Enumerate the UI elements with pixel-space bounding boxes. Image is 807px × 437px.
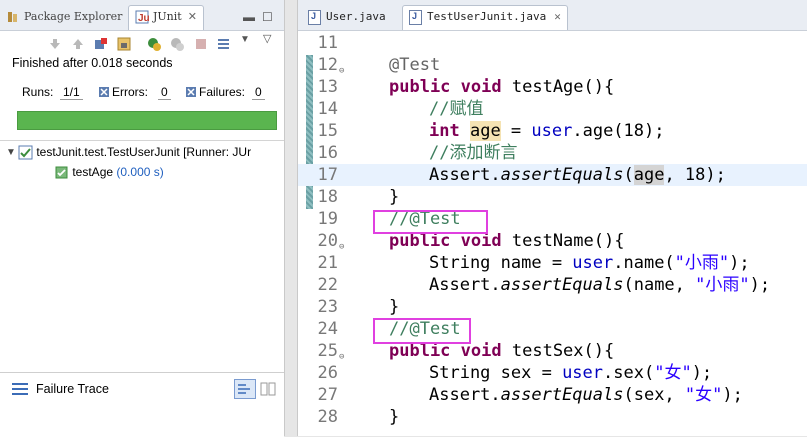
failures-label: Failures: <box>199 85 246 99</box>
left-tab-bar: Package Explorer Ju JUnit ✕ ▬ ☐ <box>0 0 284 31</box>
test-suite-ok-icon <box>18 145 33 160</box>
rerun-test-icon[interactable] <box>146 36 162 52</box>
expand-toggle-icon[interactable]: ▼ <box>6 147 16 158</box>
failure-icon <box>186 87 196 97</box>
minimize-icon[interactable]: ▬ <box>243 10 255 24</box>
failures-value: 0 <box>252 85 265 100</box>
current-code-line: 17 Assert.assertEquals(age, 18); <box>298 164 807 186</box>
failure-trace-icon <box>12 383 28 395</box>
code-line: 21 String name = user.name("小雨"); <box>317 253 750 273</box>
next-failure-icon[interactable] <box>47 36 63 52</box>
test-ok-icon <box>55 166 68 179</box>
tab-testuserjunit-label: TestUserJunit.java <box>427 10 547 23</box>
test-counters: Runs: 1/1 Errors: 0 Failures: 0 <box>12 78 278 106</box>
editor-tab-bar: User.java TestUserJunit.java ✕ <box>298 0 807 31</box>
tree-root-suite[interactable]: testJunit.test.TestUserJunit [Runner: JU… <box>18 145 251 160</box>
code-editor: User.java TestUserJunit.java ✕ 11 12⊖@Tes… <box>297 0 807 436</box>
tree-test-case[interactable]: testAge (0.000 s) <box>54 165 164 180</box>
tab-package-explorer[interactable]: Package Explorer <box>6 6 122 28</box>
tab-user-java[interactable]: User.java <box>308 6 386 28</box>
code-line: 23} <box>317 297 400 317</box>
java-file-icon <box>308 9 321 25</box>
tab-junit-label: JUnit <box>153 10 182 23</box>
code-line: 18} <box>317 187 400 207</box>
error-icon <box>99 87 109 97</box>
stop-icon[interactable] <box>193 36 209 52</box>
history-dropdown-icon[interactable]: ▼ <box>240 34 250 45</box>
failure-trace-title: Failure Trace <box>36 382 109 396</box>
test-progress-bar <box>17 111 277 130</box>
errors-label: Errors: <box>112 85 148 99</box>
errors-value: 0 <box>158 85 171 100</box>
scroll-lock-icon[interactable] <box>116 36 132 52</box>
view-menu-icon[interactable]: ▽ <box>263 32 271 45</box>
runs-value: 1/1 <box>60 85 83 100</box>
compare-results-icon[interactable] <box>260 381 276 397</box>
close-icon[interactable]: ✕ <box>188 10 197 23</box>
show-failures-only-icon[interactable] <box>93 36 109 52</box>
junit-view: Package Explorer Ju JUnit ✕ ▬ ☐ ▼ ▽ Finish… <box>0 0 285 437</box>
previous-failure-icon[interactable] <box>70 36 86 52</box>
tree-root-label: testJunit.test.TestUserJunit [Runner: JU… <box>36 145 252 159</box>
code-line: 27 Assert.assertEquals(sex, "女"); <box>317 385 743 405</box>
test-case-label: testAge <box>72 165 114 179</box>
tab-package-explorer-label: Package Explorer <box>24 10 123 23</box>
runs-label: Runs: <box>22 85 54 99</box>
junit-icon: Ju <box>135 10 149 24</box>
tab-junit[interactable]: Ju JUnit ✕ <box>128 5 204 30</box>
run-status-text: Finished after 0.018 seconds <box>12 56 173 70</box>
code-line: 28} <box>317 407 400 427</box>
code-line: 14//赋值 <box>317 99 484 119</box>
tab-user-java-label: User.java <box>326 10 386 23</box>
code-line: 26 String sex = user.sex("女"); <box>317 363 713 383</box>
rerun-failures-first-icon[interactable] <box>169 36 185 52</box>
junit-toolbar: ▼ ▽ <box>0 32 284 56</box>
test-case-time: (0.000 s) <box>116 165 164 179</box>
failure-trace-panel: Failure Trace <box>0 372 284 437</box>
code-line: 16//添加断言 <box>317 143 518 163</box>
annotation-highlight-box <box>373 318 471 344</box>
code-line: 15 int age = user.age(18); <box>317 121 665 141</box>
test-run-history-icon[interactable] <box>216 36 232 52</box>
java-file-icon <box>409 9 422 25</box>
code-line: 11 <box>317 33 338 53</box>
code-line: 13 public void testAge(){ <box>317 77 615 97</box>
svg-text:Ju: Ju <box>138 13 149 24</box>
maximize-icon[interactable]: ☐ <box>262 10 273 24</box>
code-line: 12 ⊖ @Test <box>298 54 807 76</box>
annotation-highlight-box <box>373 210 488 234</box>
code-line: 22 Assert.assertEquals(name, "小雨"); <box>317 275 771 295</box>
test-tree: ▼ testJunit.test.TestUserJunit [Runner: … <box>0 140 284 351</box>
filter-stack-trace-icon[interactable] <box>234 379 256 399</box>
tab-testuserjunit-java[interactable]: TestUserJunit.java ✕ <box>402 5 568 30</box>
close-icon[interactable]: ✕ <box>554 10 561 23</box>
package-explorer-icon <box>8 12 17 22</box>
